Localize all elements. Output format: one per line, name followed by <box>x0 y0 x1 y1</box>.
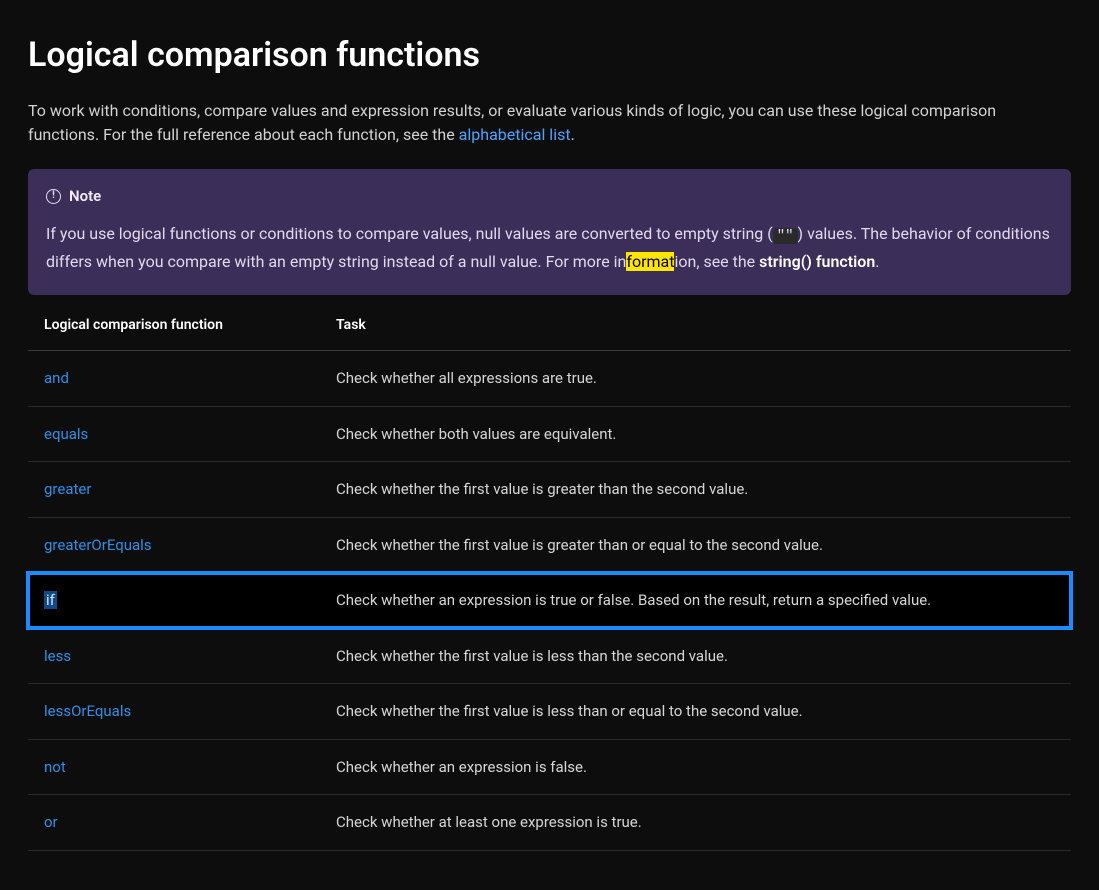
table-row: or Check whether at least one expression … <box>28 795 1071 851</box>
table-row: if Check whether an expression is true or… <box>28 573 1071 629</box>
highlighted-text: format <box>626 252 674 271</box>
function-link[interactable]: or <box>44 813 58 831</box>
function-cell: equals <box>28 406 320 462</box>
table-row: lessOrEquals Check whether the first valu… <box>28 684 1071 740</box>
page-content: Logical comparison functions To work wit… <box>0 0 1099 890</box>
task-cell: Check whether the first value is greater… <box>320 517 1071 573</box>
intro-text-after: . <box>571 125 575 144</box>
function-link[interactable]: not <box>44 758 66 776</box>
function-cell: lessOrEquals <box>28 684 320 740</box>
function-link[interactable]: if <box>44 591 57 609</box>
function-cell: not <box>28 739 320 795</box>
col-header-function: Logical comparison function <box>28 301 320 351</box>
table-row: less Check whether the first value is les… <box>28 628 1071 684</box>
function-link[interactable]: lessOrEquals <box>44 702 131 720</box>
note-body: If you use logical functions or conditio… <box>46 220 1053 276</box>
task-cell: Check whether both values are equivalent… <box>320 406 1071 462</box>
note-text-4: . <box>875 252 879 271</box>
task-cell: Check whether the first value is greater… <box>320 462 1071 518</box>
col-header-task: Task <box>320 301 1071 351</box>
task-cell: Check whether an expression is true or f… <box>320 573 1071 629</box>
empty-string-code: "" <box>773 228 798 244</box>
function-link[interactable]: less <box>44 647 71 665</box>
function-cell: less <box>28 628 320 684</box>
table-row: greaterOrEquals Check whether the first v… <box>28 517 1071 573</box>
task-cell: Check whether an expression is false. <box>320 739 1071 795</box>
task-cell: Check whether all expressions are true. <box>320 351 1071 407</box>
info-icon <box>46 189 61 204</box>
note-header: Note <box>46 185 1053 208</box>
table-row: greater Check whether the first value is … <box>28 462 1071 518</box>
table-row: and Check whether all expressions are tru… <box>28 351 1071 407</box>
note-text-3: ion, see the <box>674 252 759 271</box>
intro-paragraph: To work with conditions, compare values … <box>28 99 1071 147</box>
note-text-1: If you use logical functions or conditio… <box>46 224 773 243</box>
alphabetical-list-link[interactable]: alphabetical list <box>459 125 571 144</box>
function-cell: if <box>28 573 320 629</box>
task-cell: Check whether the first value is less th… <box>320 684 1071 740</box>
string-function-link[interactable]: string() function <box>759 252 875 271</box>
task-cell: Check whether the first value is less th… <box>320 628 1071 684</box>
task-cell: Check whether at least one expression is… <box>320 795 1071 851</box>
table-row: not Check whether an expression is false. <box>28 739 1071 795</box>
function-link[interactable]: greaterOrEquals <box>44 536 152 554</box>
function-link[interactable]: and <box>44 369 69 387</box>
note-callout: Note If you use logical functions or con… <box>28 169 1071 295</box>
function-cell: greaterOrEquals <box>28 517 320 573</box>
function-link[interactable]: greater <box>44 480 91 498</box>
function-cell: or <box>28 795 320 851</box>
note-label: Note <box>69 185 101 208</box>
function-cell: and <box>28 351 320 407</box>
table-header-row: Logical comparison function Task <box>28 301 1071 351</box>
function-link[interactable]: equals <box>44 425 88 443</box>
function-cell: greater <box>28 462 320 518</box>
functions-table: Logical comparison function Task and Chec… <box>28 301 1071 851</box>
page-title: Logical comparison functions <box>28 30 1071 81</box>
table-row: equals Check whether both values are equi… <box>28 406 1071 462</box>
